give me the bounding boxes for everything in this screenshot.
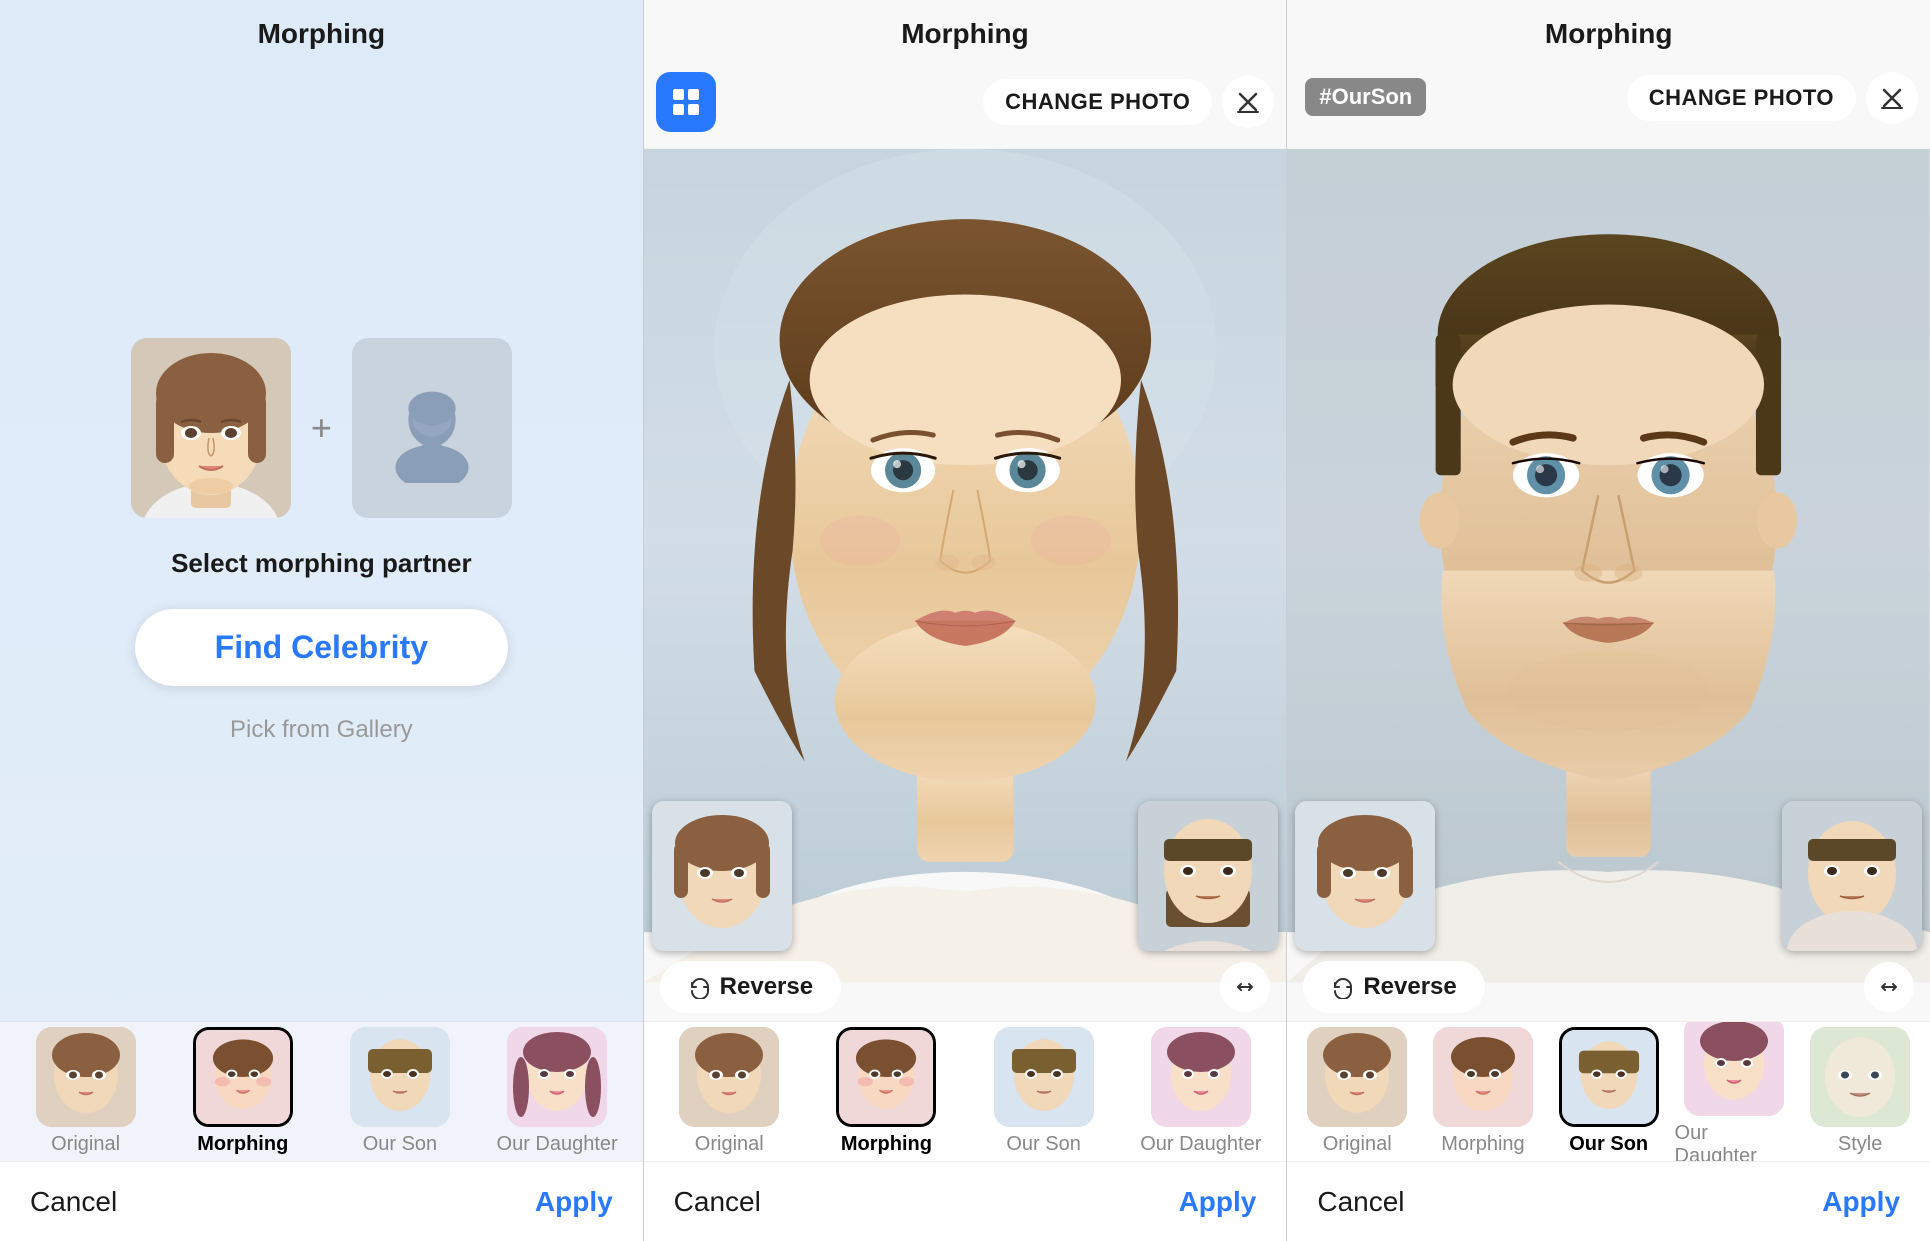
- toolbar-thumb-our-daughter: [507, 1027, 607, 1127]
- toolbar-item-original-2[interactable]: Original: [654, 1027, 805, 1156]
- panel1-toolbar: Original Morphing: [0, 1021, 643, 1161]
- toolbar-label-original-2: Original: [695, 1133, 764, 1156]
- toolbar-label-our-son: Our Son: [363, 1133, 437, 1156]
- toolbar-item-morphing[interactable]: Morphing: [167, 1027, 318, 1156]
- panel1-apply-button[interactable]: Apply: [535, 1186, 613, 1218]
- toolbar-item-our-daughter-2[interactable]: Our Daughter: [1125, 1027, 1276, 1156]
- panel2-change-photo-button[interactable]: CHANGE PHOTO: [983, 79, 1212, 125]
- panel-1: Morphing: [0, 0, 644, 1241]
- panel3-photo-area: CHANGE PHOTO #OurSon: [1287, 60, 1930, 1021]
- panel2-reverse-button[interactable]: Reverse: [660, 961, 841, 1013]
- panel2-bottom-controls: Reverse: [644, 961, 1287, 1013]
- panel2-mini-photos: [652, 801, 1279, 951]
- toolbar-label-our-son-2: Our Son: [1006, 1133, 1080, 1156]
- panel2-photo-area: CHANGE PHOTO: [644, 60, 1287, 1021]
- toolbar-thumb-style-3: [1810, 1027, 1910, 1127]
- panel-2: Morphing CHANGE PHOTO: [644, 0, 1288, 1241]
- panel3-mini-photos: [1295, 801, 1922, 951]
- toolbar-thumb-our-son-3: [1559, 1027, 1659, 1127]
- toolbar-thumb-morphing: [193, 1027, 293, 1127]
- panel2-expand-button[interactable]: [1220, 962, 1270, 1012]
- grid-icon-button[interactable]: [656, 72, 716, 132]
- panel1-title: Morphing: [0, 0, 643, 60]
- panel2-toolbar: Original Morphing: [644, 1021, 1287, 1161]
- toolbar-thumb-morphing-3: [1433, 1027, 1533, 1127]
- grid-icon: [671, 87, 701, 117]
- eraser-icon: [1234, 88, 1262, 116]
- panel2-title: Morphing: [644, 0, 1287, 60]
- toolbar-thumb-our-daughter-3: [1684, 1021, 1784, 1116]
- plus-icon: +: [311, 407, 332, 449]
- panel2-top-bar: CHANGE PHOTO: [656, 72, 1275, 132]
- toolbar-item-original-3[interactable]: Original: [1297, 1027, 1417, 1156]
- hashtag-label: #OurSon: [1305, 78, 1426, 116]
- expand-icon: [1234, 976, 1256, 998]
- toolbar-item-our-daughter[interactable]: Our Daughter: [482, 1027, 633, 1156]
- toolbar-label-original: Original: [51, 1133, 120, 1156]
- toolbar-label-morphing-2: Morphing: [841, 1133, 932, 1156]
- panel3-cancel-button[interactable]: Cancel: [1317, 1186, 1404, 1218]
- panel3-change-photo-button[interactable]: CHANGE PHOTO: [1627, 75, 1856, 121]
- toolbar-thumb-morphing-2: [836, 1027, 936, 1127]
- panel2-apply-button[interactable]: Apply: [1179, 1186, 1257, 1218]
- toolbar-item-style-3[interactable]: Style: [1800, 1027, 1920, 1156]
- panel3-expand-button[interactable]: [1864, 962, 1914, 1012]
- toolbar-item-morphing-2[interactable]: Morphing: [811, 1027, 962, 1156]
- source-face-photo[interactable]: [131, 338, 291, 518]
- panel1-footer: Cancel Apply: [0, 1161, 643, 1241]
- toolbar-label-our-son-3: Our Son: [1569, 1133, 1648, 1156]
- toolbar-item-our-son-3[interactable]: Our Son: [1549, 1027, 1669, 1156]
- panel2-eraser-button[interactable]: [1222, 76, 1274, 128]
- toolbar-thumb-original-3: [1307, 1027, 1407, 1127]
- toolbar-thumb-our-son-2: [994, 1027, 1094, 1127]
- panel3-bottom-controls: Reverse: [1287, 961, 1930, 1013]
- pick-gallery-link[interactable]: Pick from Gallery: [230, 716, 413, 744]
- panel1-body: + Select morphing partner Find Celeb: [0, 60, 643, 1021]
- panel3-title: Morphing: [1287, 0, 1930, 60]
- mini-photo-right[interactable]: [1138, 801, 1278, 951]
- find-celebrity-button[interactable]: Find Celebrity: [135, 609, 508, 686]
- panel3-footer: Cancel Apply: [1287, 1161, 1930, 1241]
- toolbar-label-our-daughter-3: Our Daughter: [1675, 1122, 1795, 1162]
- toolbar-item-our-daughter-3[interactable]: Our Daughter: [1675, 1021, 1795, 1161]
- panel3-eraser-button[interactable]: [1866, 72, 1918, 124]
- toolbar-thumb-original: [36, 1027, 136, 1127]
- toolbar-item-morphing-3[interactable]: Morphing: [1423, 1027, 1543, 1156]
- panel3-reverse-icon: [1331, 975, 1355, 999]
- toolbar-item-our-son-2[interactable]: Our Son: [968, 1027, 1119, 1156]
- panel2-footer: Cancel Apply: [644, 1161, 1287, 1241]
- toolbar-thumb-our-daughter-2: [1151, 1027, 1251, 1127]
- toolbar-thumb-our-son: [350, 1027, 450, 1127]
- toolbar-label-style-3: Style: [1838, 1133, 1882, 1156]
- panel3-mini-photo-right[interactable]: [1782, 801, 1922, 951]
- toolbar-label-our-daughter-2: Our Daughter: [1140, 1133, 1261, 1156]
- select-partner-label: Select morphing partner: [171, 548, 472, 579]
- partner-face-placeholder[interactable]: [352, 338, 512, 518]
- toolbar-item-our-son[interactable]: Our Son: [324, 1027, 475, 1156]
- panel3-expand-icon: [1878, 976, 1900, 998]
- panel-3: Morphing CHANGE PHOTO #OurSon: [1287, 0, 1930, 1241]
- panel3-eraser-icon: [1878, 84, 1906, 112]
- panel1-cancel-button[interactable]: Cancel: [30, 1186, 117, 1218]
- panel3-mini-photo-left[interactable]: [1295, 801, 1435, 951]
- panel3-toolbar: Original Morphing: [1287, 1021, 1930, 1161]
- toolbar-label-our-daughter: Our Daughter: [497, 1133, 618, 1156]
- panel2-cancel-button[interactable]: Cancel: [674, 1186, 761, 1218]
- toolbar-item-original[interactable]: Original: [10, 1027, 161, 1156]
- panel3-apply-button[interactable]: Apply: [1822, 1186, 1900, 1218]
- toolbar-label-morphing: Morphing: [197, 1133, 288, 1156]
- mini-photo-left[interactable]: [652, 801, 792, 951]
- reverse-icon: [688, 975, 712, 999]
- toolbar-label-original-3: Original: [1323, 1133, 1392, 1156]
- toolbar-label-morphing-3: Morphing: [1441, 1133, 1524, 1156]
- panel3-reverse-button[interactable]: Reverse: [1303, 961, 1484, 1013]
- face-row: +: [131, 338, 512, 518]
- toolbar-thumb-original-2: [679, 1027, 779, 1127]
